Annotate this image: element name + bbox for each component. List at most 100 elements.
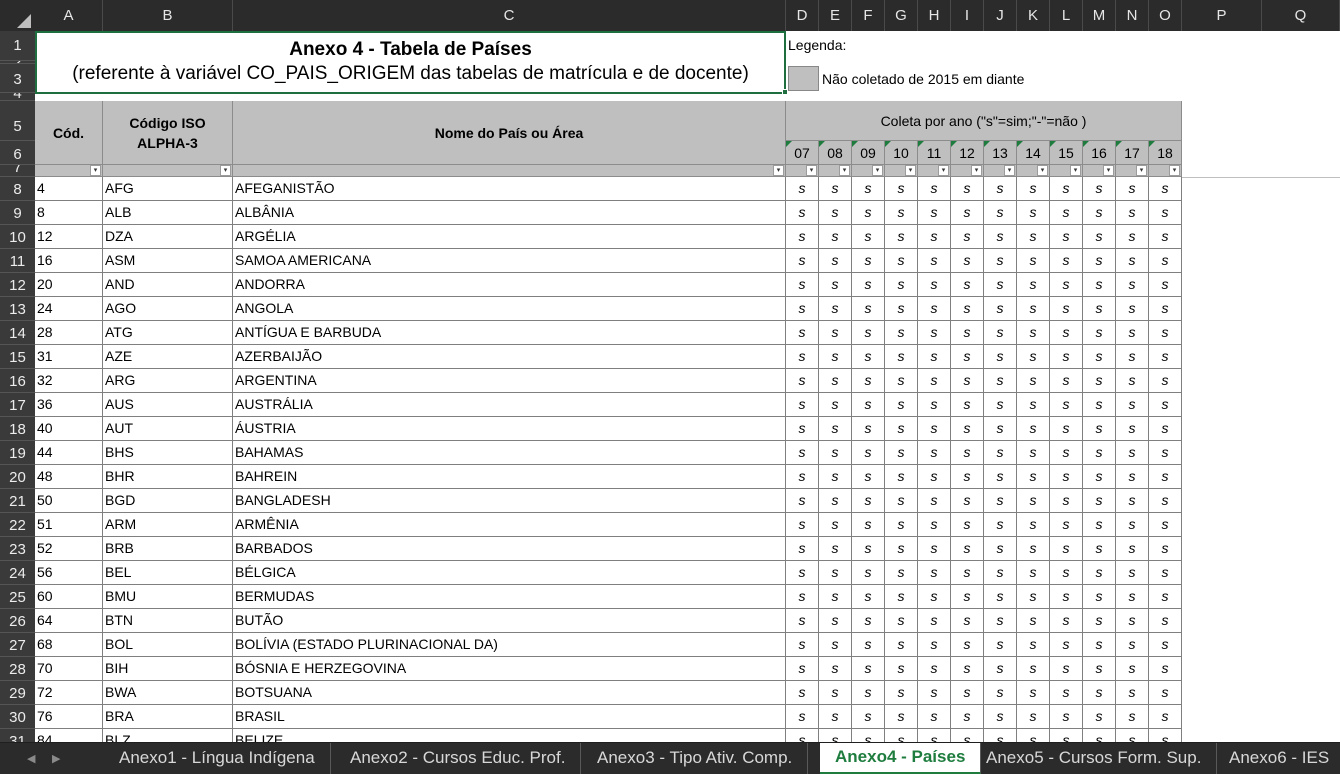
cell-coleta-18[interactable]: s [1149, 609, 1182, 633]
row-header-9[interactable]: 9 [0, 201, 35, 225]
cell-coleta-12[interactable]: s [951, 681, 984, 705]
cell-iso[interactable]: BHR [103, 465, 233, 489]
filter-dropdown-icon[interactable]: ▾ [839, 165, 850, 176]
column-header-q[interactable]: Q [1262, 0, 1340, 31]
cell-cod[interactable]: 64 [35, 609, 103, 633]
cell-coleta-14[interactable]: s [1017, 201, 1050, 225]
cell-coleta-13[interactable]: s [984, 417, 1017, 441]
row-header-5[interactable]: 5 [0, 101, 35, 141]
cell-coleta-16[interactable]: s [1083, 465, 1116, 489]
cell-coleta-15[interactable]: s [1050, 561, 1083, 585]
cell-coleta-10[interactable]: s [885, 321, 918, 345]
cell-coleta-10[interactable]: s [885, 465, 918, 489]
cell-coleta-14[interactable]: s [1017, 705, 1050, 729]
cell-coleta-07[interactable]: s [786, 249, 819, 273]
row-header-1[interactable]: 1 [0, 31, 35, 61]
cell-coleta-17[interactable]: s [1116, 513, 1149, 537]
cell-coleta-14[interactable]: s [1017, 321, 1050, 345]
cell-coleta-15[interactable]: s [1050, 441, 1083, 465]
tab-scroll-right-icon[interactable]: ▶ [52, 752, 60, 765]
header-cod[interactable]: Cód. [35, 101, 103, 165]
year-header-18[interactable]: 18 [1149, 141, 1182, 165]
cell-coleta-07[interactable]: s [786, 393, 819, 417]
cell-cod[interactable]: 68 [35, 633, 103, 657]
cell-cod[interactable]: 76 [35, 705, 103, 729]
cell-coleta-16[interactable]: s [1083, 297, 1116, 321]
cell-coleta-12[interactable]: s [951, 441, 984, 465]
column-header-m[interactable]: M [1083, 0, 1116, 31]
cell-coleta-07[interactable]: s [786, 537, 819, 561]
cell-nome[interactable]: BANGLADESH [233, 489, 786, 513]
cell-coleta-07[interactable]: s [786, 585, 819, 609]
cell-iso[interactable]: AUT [103, 417, 233, 441]
cell-nome[interactable]: ARGÉLIA [233, 225, 786, 249]
cell-coleta-09[interactable]: s [852, 225, 885, 249]
cell-coleta-15[interactable]: s [1050, 297, 1083, 321]
year-header-14[interactable]: 14 [1017, 141, 1050, 165]
cell-coleta-18[interactable]: s [1149, 705, 1182, 729]
cell-cod[interactable]: 20 [35, 273, 103, 297]
cell-coleta-15[interactable]: s [1050, 249, 1083, 273]
cell-coleta-13[interactable]: s [984, 321, 1017, 345]
cell-coleta-08[interactable]: s [819, 273, 852, 297]
cell-coleta-08[interactable]: s [819, 201, 852, 225]
cell-coleta-12[interactable]: s [951, 249, 984, 273]
cell-coleta-12[interactable]: s [951, 609, 984, 633]
cell-coleta-11[interactable]: s [918, 345, 951, 369]
cell-coleta-17[interactable]: s [1116, 633, 1149, 657]
cell-coleta-09[interactable]: s [852, 681, 885, 705]
cell-coleta-15[interactable]: s [1050, 513, 1083, 537]
cell-iso[interactable]: AGO [103, 297, 233, 321]
cell-iso[interactable]: BOL [103, 633, 233, 657]
cell-coleta-16[interactable]: s [1083, 561, 1116, 585]
cell-coleta-07[interactable]: s [786, 417, 819, 441]
cell-coleta-17[interactable]: s [1116, 417, 1149, 441]
year-header-16[interactable]: 16 [1083, 141, 1116, 165]
cell-coleta-10[interactable]: s [885, 657, 918, 681]
cell-coleta-09[interactable]: s [852, 465, 885, 489]
cell-coleta-13[interactable]: s [984, 609, 1017, 633]
cell-coleta-16[interactable]: s [1083, 513, 1116, 537]
cell-coleta-18[interactable]: s [1149, 465, 1182, 489]
cell-coleta-11[interactable]: s [918, 249, 951, 273]
cell-coleta-13[interactable]: s [984, 345, 1017, 369]
cell-coleta-15[interactable]: s [1050, 465, 1083, 489]
cell-coleta-13[interactable]: s [984, 273, 1017, 297]
row-header-17[interactable]: 17 [0, 393, 35, 417]
cell-coleta-12[interactable]: s [951, 465, 984, 489]
cell-coleta-11[interactable]: s [918, 465, 951, 489]
cell-coleta-10[interactable]: s [885, 537, 918, 561]
cell-nome[interactable]: ANGOLA [233, 297, 786, 321]
cell-coleta-07[interactable]: s [786, 705, 819, 729]
row-header-12[interactable]: 12 [0, 273, 35, 297]
cell-coleta-09[interactable]: s [852, 513, 885, 537]
cell-coleta-17[interactable]: s [1116, 297, 1149, 321]
cell-coleta-15[interactable]: s [1050, 705, 1083, 729]
cell-coleta-13[interactable]: s [984, 705, 1017, 729]
cell-coleta-09[interactable]: s [852, 297, 885, 321]
row-header-29[interactable]: 29 [0, 681, 35, 705]
cell-coleta-16[interactable]: s [1083, 633, 1116, 657]
filter-dropdown-icon[interactable]: ▾ [938, 165, 949, 176]
cell-coleta-12[interactable]: s [951, 345, 984, 369]
cell-coleta-17[interactable]: s [1116, 393, 1149, 417]
cell-coleta-07[interactable]: s [786, 513, 819, 537]
cell-coleta-08[interactable]: s [819, 249, 852, 273]
cell-coleta-07[interactable]: s [786, 561, 819, 585]
year-header-12[interactable]: 12 [951, 141, 984, 165]
cell-nome[interactable]: ARGENTINA [233, 369, 786, 393]
cell-coleta-16[interactable]: s [1083, 417, 1116, 441]
cell-coleta-07[interactable]: s [786, 441, 819, 465]
cell-iso[interactable]: ARG [103, 369, 233, 393]
filter-dropdown-icon[interactable]: ▾ [872, 165, 883, 176]
cell-coleta-09[interactable]: s [852, 489, 885, 513]
cell-coleta-07[interactable]: s [786, 657, 819, 681]
cell-nome[interactable]: BUTÃO [233, 609, 786, 633]
row-header-28[interactable]: 28 [0, 657, 35, 681]
cell-coleta-16[interactable]: s [1083, 657, 1116, 681]
cell-coleta-13[interactable]: s [984, 465, 1017, 489]
cell-coleta-08[interactable]: s [819, 585, 852, 609]
cell-cod[interactable]: 60 [35, 585, 103, 609]
cell-coleta-13[interactable]: s [984, 513, 1017, 537]
column-header-a[interactable]: A [35, 0, 103, 31]
